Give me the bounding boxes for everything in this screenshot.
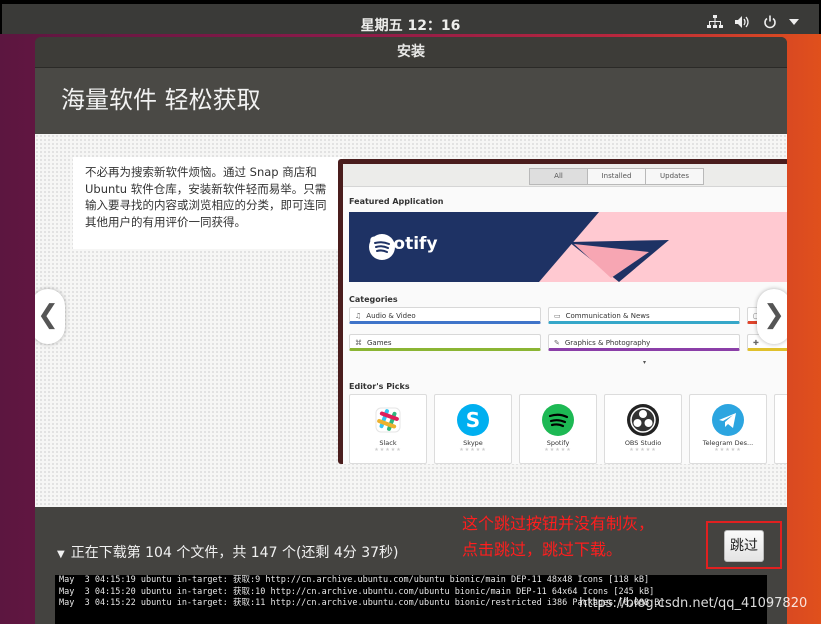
expander-arrow-icon[interactable]: ▼ — [57, 549, 65, 560]
volume-icon[interactable] — [735, 15, 751, 29]
prev-slide-button[interactable]: ❮ — [35, 289, 65, 344]
rating-stars: ★★★★★ — [544, 447, 572, 453]
rating-stars: ★★★★★ — [459, 447, 487, 453]
window-title: 安装 — [35, 37, 787, 68]
skype-icon: S — [457, 404, 489, 436]
slide-description: 不必再为搜索新软件烦恼。通过 Snap 商店和 Ubuntu 软件仓库，安装新软… — [73, 157, 343, 249]
chevron-left-icon: ❮ — [37, 300, 59, 330]
menu-arrow-icon[interactable] — [789, 18, 799, 26]
categories-label: Categories — [349, 295, 398, 304]
top-panel: 星期五 12：16 — [0, 0, 821, 34]
store-header: All Installed Updates — [343, 164, 787, 187]
chat-icon: ▭ — [554, 312, 561, 320]
category-audio-video: ♫ Audio & Video — [349, 307, 541, 324]
featured-label: Featured Application — [349, 197, 444, 206]
store-tab-all: All — [529, 168, 588, 185]
installer-window: 安装 海量软件 轻松获取 不必再为搜索新软件烦恼。通过 Snap 商店和 Ubu… — [35, 37, 787, 624]
pick-spotify: Spotify ★★★★★ — [519, 394, 597, 464]
music-icon: ♫ — [355, 312, 362, 320]
next-slide-button[interactable]: ❯ — [757, 289, 787, 344]
watermark: https://blog.csdn.net/qq_41097820 — [579, 596, 808, 611]
pick-obs-studio: OBS Studio ★★★★★ — [604, 394, 682, 464]
network-icon[interactable] — [707, 15, 723, 29]
clock[interactable]: 星期五 12：16 — [2, 15, 819, 35]
page-heading: 海量软件 轻松获取 — [35, 68, 787, 135]
puzzle-icon: ✚ — [753, 339, 759, 347]
pick-skype: S Skype ★★★★★ — [434, 394, 512, 464]
rating-stars: ★★★★★ — [714, 447, 742, 453]
rating-stars: ★★★★★ — [374, 447, 402, 453]
software-store-screenshot: All Installed Updates Featured Applicati… — [338, 159, 787, 464]
spotify-logo: Spotify — [369, 234, 438, 260]
pick-partial — [774, 394, 787, 464]
pick-telegram: Telegram Des... ★★★★★ — [689, 394, 767, 464]
log-line: May 3 04:15:19 ubuntu in-target: 获取:9 ht… — [59, 575, 650, 585]
store-tab-updates: Updates — [645, 168, 704, 185]
more-chevron-icon: ▾ — [643, 359, 647, 366]
download-progress[interactable]: ▼ 正在下载第 104 个文件，共 147 个(还剩 4分 37秒) — [57, 542, 399, 562]
category-graphics-photography: ✎ Graphics & Photography — [548, 334, 740, 351]
rating-stars: ★★★★★ — [629, 447, 657, 453]
chevron-right-icon: ❯ — [763, 300, 785, 330]
brush-icon: ✎ — [554, 339, 560, 347]
obs-icon — [627, 404, 659, 436]
power-icon[interactable] — [763, 15, 777, 29]
category-games: ⌘ Games — [349, 334, 541, 351]
featured-banner: Spotify — [349, 212, 787, 282]
slideshow: 不必再为搜索新软件烦恼。通过 Snap 商店和 Ubuntu 软件仓库，安装新软… — [35, 134, 787, 507]
system-tray[interactable] — [707, 15, 799, 29]
store-window: All Installed Updates Featured Applicati… — [343, 164, 787, 464]
spotify-icon — [542, 404, 574, 436]
store-tab-installed: Installed — [587, 168, 646, 185]
gamepad-icon: ⌘ — [355, 339, 362, 347]
slack-icon — [372, 404, 404, 436]
progress-label: 正在下载第 104 个文件，共 147 个(还剩 4分 37秒) — [70, 545, 399, 561]
skip-button[interactable]: 跳过 — [724, 530, 764, 562]
pick-slack: Slack ★★★★★ — [349, 394, 427, 464]
editors-picks-label: Editor's Picks — [349, 382, 410, 391]
telegram-icon — [712, 404, 744, 436]
category-communication-news: ▭ Communication & News — [548, 307, 740, 324]
annotation-note: 这个跳过按钮并没有制灰， 点击跳过，跳过下载。 — [462, 514, 655, 559]
